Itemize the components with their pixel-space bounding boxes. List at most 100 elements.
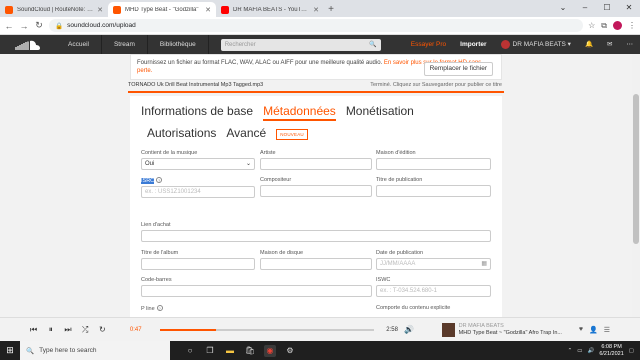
clock[interactable]: 6:08 PM 6/21/2021 (599, 344, 623, 358)
composer-label: Compositeur (260, 177, 292, 183)
pause-icon[interactable]: ⏸ (47, 325, 54, 335)
star-icon[interactable]: ☆ (588, 21, 595, 30)
now-playing[interactable]: DR MAFIA BEATS MHD Type Beat ~ "Godzilla… (459, 323, 575, 337)
tab-metadata[interactable]: Métadonnées (263, 104, 336, 121)
artist-field: Artiste (260, 150, 372, 170)
volume-icon[interactable]: 🔊 (404, 325, 414, 334)
buy-link-input[interactable] (141, 230, 491, 242)
close-tab-icon[interactable]: ✕ (205, 6, 211, 14)
artist-input[interactable] (260, 158, 372, 170)
track-artwork[interactable] (442, 322, 455, 337)
record-label-input[interactable] (260, 258, 372, 270)
chevron-up-icon[interactable]: ⌃ (568, 348, 573, 354)
chrome-icon[interactable]: ◉ (264, 344, 276, 357)
settings-icon[interactable]: ⚙ (284, 345, 296, 357)
next-icon[interactable]: ⏭ (64, 325, 71, 335)
lock-icon: 🔒 (55, 22, 64, 30)
browser-tab[interactable]: DR MAFIA BEATS - YouTube ✕ (216, 2, 324, 17)
more-icon[interactable]: ⋯ (620, 35, 640, 54)
iswc-label: ISWC (376, 277, 391, 283)
search-icon[interactable]: 🔍 (369, 41, 376, 48)
messages-icon[interactable]: ✉ (600, 35, 619, 54)
forward-icon[interactable]: → (19, 21, 29, 31)
help-icon[interactable]: ? (156, 177, 163, 183)
extensions-icon[interactable]: ⧉ (601, 21, 607, 31)
tab-monetization[interactable]: Monétisation (346, 104, 414, 121)
search-input[interactable]: Rechercher 🔍 (220, 38, 381, 51)
replace-file-button[interactable]: Remplacer le fichier (423, 62, 493, 76)
tab-search-icon[interactable]: ⌄ (552, 0, 574, 15)
file-explorer-icon[interactable]: ▬ (224, 345, 236, 357)
reload-icon[interactable]: ↻ (34, 20, 44, 31)
previous-icon[interactable]: ⏮ (30, 325, 37, 335)
now-playing-title: MHD Type Beat ~ "Godzilla" Afro Trap In.… (458, 329, 562, 336)
scrollbar-thumb[interactable] (633, 94, 639, 244)
calendar-icon[interactable]: ▦ (481, 259, 487, 269)
upload-file-bar: TORNADO Uk Drill Beat Instrumental Mp3 T… (128, 82, 504, 93)
close-window-icon[interactable]: ✕ (618, 0, 640, 15)
chevron-down-icon: ⌄ (245, 161, 251, 167)
contains-music-value: Oui (145, 161, 155, 167)
menu-icon[interactable]: ⋮ (628, 21, 636, 30)
help-icon[interactable]: ? (156, 305, 163, 311)
metadata-card: Informations de base Métadonnées Monétis… (130, 96, 502, 317)
browser-tab-active[interactable]: MHD Type Beat - "Godzilla" ✕ (108, 2, 216, 17)
try-pro-link[interactable]: Essayer Pro (404, 35, 453, 54)
isrc-input[interactable]: ex. : USS1Z1001234 (141, 186, 255, 198)
close-tab-icon[interactable]: ✕ (97, 6, 103, 14)
nav-library[interactable]: Bibliothèque (148, 35, 209, 54)
tab-permissions[interactable]: Autorisations (147, 126, 216, 143)
nav-home[interactable]: Accueil (56, 35, 102, 54)
notifications-icon[interactable]: ▢ (629, 348, 634, 354)
barcode-input[interactable] (141, 285, 372, 297)
nav-stream[interactable]: Stream (102, 35, 148, 54)
explicit-field: Comporte du contenu explicite (376, 305, 491, 313)
release-title-field: Titre de publication (376, 177, 491, 197)
contains-music-field: Contient de la musique Oui ⌄ (141, 150, 255, 170)
new-tab-button[interactable]: + (324, 2, 338, 17)
volume-icon[interactable]: 🔊 (587, 348, 594, 354)
release-title-input[interactable] (376, 185, 491, 197)
avatar (500, 39, 510, 49)
album-title-input[interactable] (141, 258, 255, 270)
maximize-icon[interactable]: ☐ (596, 0, 618, 15)
profile-avatar[interactable] (613, 21, 622, 30)
buy-link-field: Lien d'achat (141, 222, 491, 242)
upload-link[interactable]: Importer (453, 35, 493, 54)
current-time: 0:47 (129, 326, 142, 333)
network-icon[interactable]: ▭ (577, 348, 582, 354)
like-icon[interactable]: ♥ (579, 326, 583, 334)
playback-progress[interactable] (159, 328, 375, 331)
tab-basic-info[interactable]: Informations de base (141, 104, 253, 121)
taskbar-apps: ○ ❐ ▬ 🛍 ◉ ⚙ (184, 344, 296, 357)
tab-advanced[interactable]: Avancé (226, 126, 266, 143)
release-date-input[interactable]: JJ/MM/AAAA ▦ (376, 258, 491, 270)
minimize-icon[interactable]: – (574, 0, 596, 15)
page-scrollbar[interactable] (632, 54, 640, 317)
soundcloud-logo-icon[interactable] (0, 35, 56, 54)
shuffle-icon[interactable]: ⤮ (82, 325, 89, 335)
browser-tab[interactable]: SoundCloud | RouteNote: Sell Yo ✕ (0, 2, 108, 17)
back-icon[interactable]: ← (4, 21, 14, 31)
store-icon[interactable]: 🛍 (244, 345, 256, 357)
user-menu[interactable]: DR MAFIA BEATS ▾ (494, 35, 578, 54)
task-view-icon[interactable]: ❐ (204, 345, 216, 357)
taskbar-search-input[interactable]: 🔍 Type here to search (20, 341, 170, 360)
iswc-input[interactable]: ex. : T-034.524.680-1 (376, 285, 491, 297)
notifications-icon[interactable]: 🔔 (578, 35, 600, 54)
cortana-icon[interactable]: ○ (184, 345, 196, 357)
windows-start-icon[interactable]: ⊞ (0, 341, 20, 360)
close-tab-icon[interactable]: ✕ (313, 6, 319, 14)
repeat-icon[interactable]: ↻ (99, 325, 106, 334)
contains-music-select[interactable]: Oui ⌄ (141, 158, 255, 170)
release-date-label: Date de publication (376, 250, 424, 256)
address-bar: ← → ↻ 🔒 soundcloud.com/upload ☆ ⧉ ⋮ (0, 17, 640, 35)
follow-icon[interactable]: 👤 (589, 326, 598, 334)
url-input[interactable]: 🔒 soundcloud.com/upload (49, 19, 584, 32)
upload-page: Fournissez un fichier au format FLAC, WA… (0, 54, 632, 317)
now-playing-artist: DR MAFIA BEATS (458, 322, 504, 329)
browser-tab-bar: SoundCloud | RouteNote: Sell Yo ✕ MHD Ty… (0, 0, 640, 17)
publisher-input[interactable] (376, 158, 491, 170)
composer-input[interactable] (260, 185, 372, 197)
queue-icon[interactable]: ☰ (604, 326, 610, 334)
